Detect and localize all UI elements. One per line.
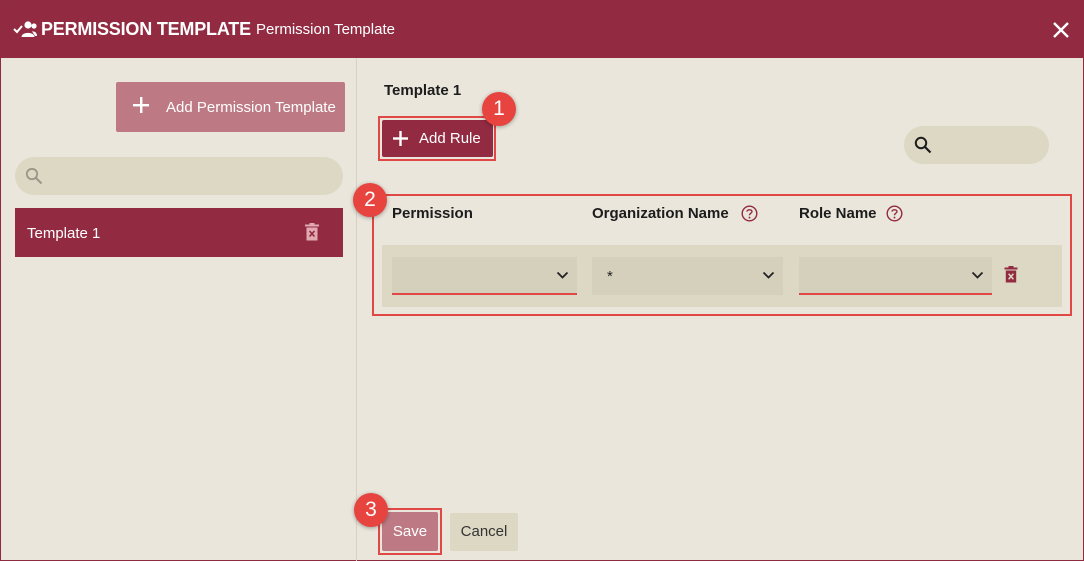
organization-select[interactable]: * [592, 257, 783, 295]
permission-template-dialog: PERMISSION TEMPLATE Permission Template … [0, 0, 1084, 561]
panel-divider [356, 58, 357, 561]
dialog-title: PERMISSION TEMPLATE [41, 19, 251, 39]
add-rule-label: Add Rule [419, 130, 481, 147]
delete-icon[interactable] [304, 223, 320, 241]
rule-search-input[interactable] [904, 126, 1049, 164]
permission-select[interactable] [392, 257, 577, 295]
cancel-button[interactable]: Cancel [450, 513, 518, 551]
step-badge-2: 2 [353, 183, 387, 217]
organization-column-header: Organization Name [592, 205, 729, 222]
chevron-down-icon [762, 271, 775, 279]
step-badge-1: 1 [482, 92, 516, 126]
dialog-subtitle: Permission Template [256, 21, 395, 38]
chevron-down-icon [556, 271, 569, 279]
help-icon[interactable] [741, 205, 758, 222]
plus-icon [133, 97, 149, 113]
save-button[interactable]: Save [382, 512, 438, 551]
role-select[interactable] [799, 257, 992, 295]
template-list-panel [1, 58, 357, 561]
add-permission-template-button[interactable]: Add Permission Template [116, 82, 345, 132]
template-search-input[interactable] [15, 157, 343, 195]
organization-select-value: * [607, 268, 613, 285]
template-title: Template 1 [384, 82, 462, 99]
people-check-icon [13, 21, 37, 37]
close-icon[interactable] [1050, 19, 1072, 41]
template-list-item[interactable]: Template 1 [15, 208, 343, 257]
step-badge-3: 3 [354, 493, 388, 527]
add-permission-template-label: Add Permission Template [166, 99, 336, 116]
permission-column-header: Permission [392, 205, 473, 222]
template-item-label: Template 1 [27, 225, 101, 242]
add-rule-button[interactable]: Add Rule [382, 120, 493, 157]
chevron-down-icon [971, 271, 984, 279]
search-icon [25, 167, 43, 185]
title-bar: PERMISSION TEMPLATE Permission Template [1, 1, 1084, 58]
role-column-header: Role Name [799, 205, 877, 222]
search-icon [914, 136, 932, 154]
delete-rule-icon[interactable] [1004, 266, 1018, 283]
help-icon[interactable] [886, 205, 903, 222]
plus-icon [393, 131, 408, 146]
